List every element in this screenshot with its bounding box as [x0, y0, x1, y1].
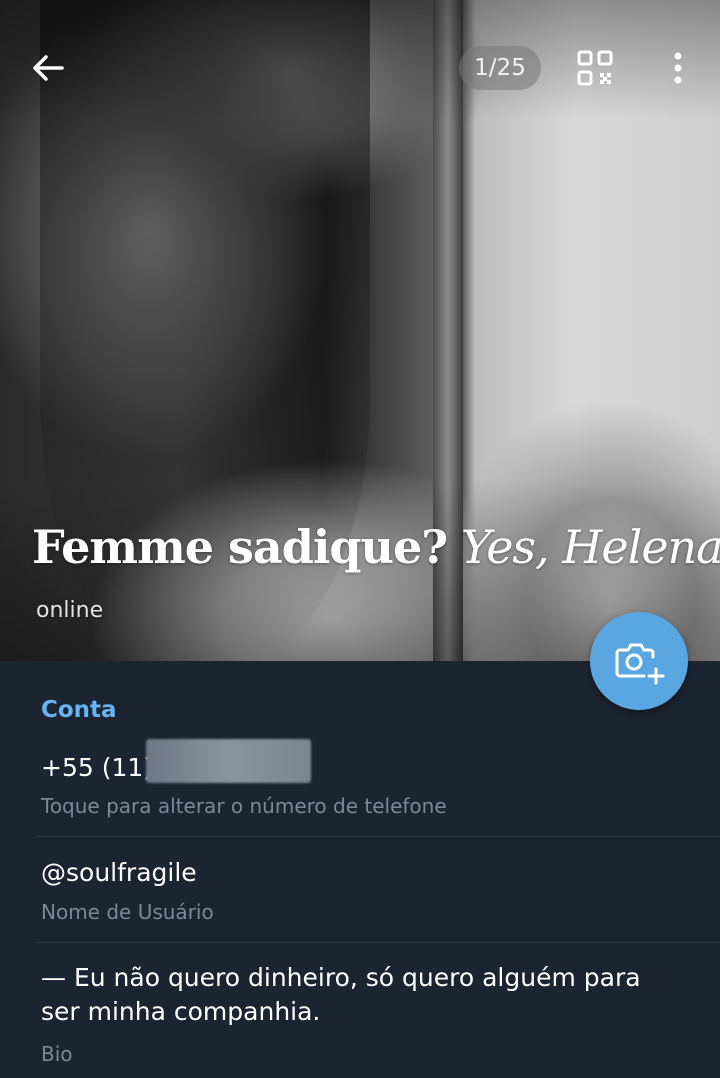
bio-hint: Bio — [41, 1042, 73, 1066]
qr-code-icon[interactable] — [575, 48, 615, 88]
back-arrow-icon[interactable] — [28, 48, 68, 88]
profile-name-italic: Yes, Helena — [460, 520, 720, 574]
bio-line-1[interactable]: — Eu não quero dinheiro, só quero alguém… — [41, 963, 641, 992]
add-photo-button[interactable] — [590, 612, 688, 710]
phone-number-redacted — [146, 739, 311, 783]
section-title-account: Conta — [41, 697, 117, 723]
divider — [35, 942, 720, 943]
divider — [35, 836, 720, 837]
profile-photo[interactable]: 1/25 Femme sadique? Yes, Helena! online — [0, 0, 720, 661]
phone-number[interactable]: +55 (11) — [41, 753, 153, 782]
photo-counter: 1/25 — [459, 46, 541, 90]
username[interactable]: @soulfragile — [41, 858, 197, 887]
add-photo-icon — [615, 643, 665, 685]
profile-name-bold: Femme sadique? — [32, 520, 448, 574]
online-status: online — [36, 598, 104, 623]
more-vertical-icon[interactable] — [663, 48, 693, 88]
phone-hint: Toque para alterar o número de telefone — [41, 794, 447, 818]
username-hint: Nome de Usuário — [41, 900, 214, 924]
profile-name: Femme sadique? Yes, Helena! — [32, 520, 720, 574]
bio-line-2[interactable]: ser minha companhia. — [41, 997, 320, 1026]
